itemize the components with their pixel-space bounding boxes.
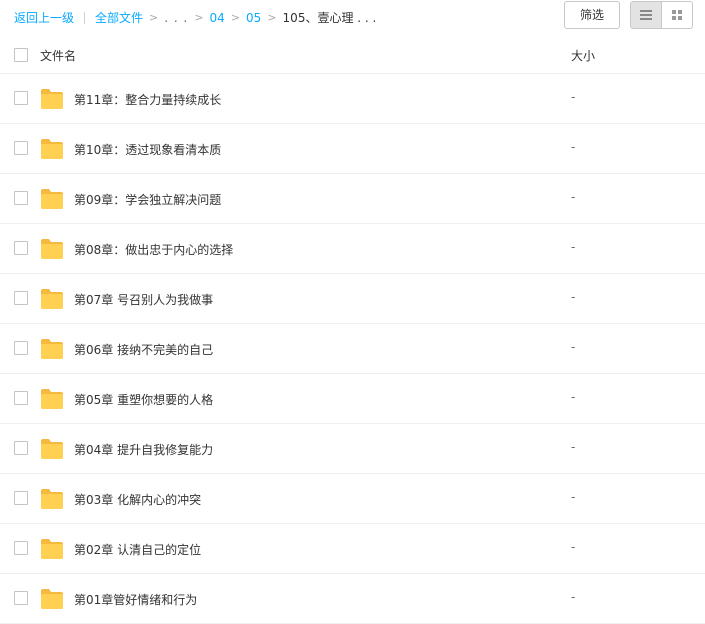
table-row[interactable]: 第03章 化解内心的冲突 -: [0, 474, 705, 524]
chevron-right-icon: >: [267, 11, 277, 24]
row-checkbox[interactable]: [14, 191, 28, 205]
folder-icon: [41, 139, 63, 159]
file-size: -: [571, 590, 576, 604]
folder-icon: [41, 539, 63, 559]
toolbar: 返回上一级 全部文件 > . . . > 04 > 05 > 105、壹心理 .…: [0, 0, 705, 37]
folder-icon: [41, 239, 63, 259]
grid-view-icon: [672, 10, 683, 20]
file-name[interactable]: 第03章 化解内心的冲突: [74, 491, 201, 508]
all-files-link[interactable]: 全部文件: [95, 9, 143, 26]
breadcrumb-current: 105、壹心理 . . .: [282, 11, 377, 25]
file-size: -: [571, 490, 576, 504]
file-size: -: [571, 190, 576, 204]
file-list: 第11章：整合力量持续成长 - 第10章：透过现象看清本质 - 第09章：学会独立解决问…: [0, 74, 705, 624]
folder-icon: [41, 589, 63, 609]
folder-icon: [41, 189, 63, 209]
file-name[interactable]: 第05章 重塑你想要的人格: [74, 391, 213, 408]
file-size: -: [571, 290, 576, 304]
column-header-name[interactable]: 文件名: [40, 47, 76, 64]
table-row[interactable]: 第01章管好情绪和行为 -: [0, 574, 705, 624]
folder-icon: [41, 389, 63, 409]
breadcrumb-divider: [84, 11, 86, 24]
file-name[interactable]: 第08章：做出忠于内心的选择: [74, 241, 233, 258]
column-header-size[interactable]: 大小: [571, 47, 595, 64]
file-size: -: [571, 440, 576, 454]
folder-icon: [41, 439, 63, 459]
table-row[interactable]: 第04章 提升自我修复能力 -: [0, 424, 705, 474]
table-row[interactable]: 第11章：整合力量持续成长 -: [0, 74, 705, 124]
folder-icon: [41, 289, 63, 309]
file-size: -: [571, 90, 576, 104]
table-row[interactable]: 第10章：透过现象看清本质 -: [0, 124, 705, 174]
breadcrumb-item-04[interactable]: 04: [210, 11, 225, 25]
file-size: -: [571, 140, 576, 154]
view-toggle: [630, 1, 693, 29]
table-row[interactable]: 第09章：学会独立解决问题 -: [0, 174, 705, 224]
table-row[interactable]: 第07章 号召别人为我做事 -: [0, 274, 705, 324]
file-name[interactable]: 第06章 接纳不完美的自己: [74, 341, 213, 358]
back-link[interactable]: 返回上一级: [14, 9, 74, 26]
table-row[interactable]: 第06章 接纳不完美的自己 -: [0, 324, 705, 374]
file-name[interactable]: 第11章：整合力量持续成长: [74, 91, 221, 108]
file-name[interactable]: 第07章 号召别人为我做事: [74, 291, 213, 308]
file-name[interactable]: 第02章 认清自己的定位: [74, 541, 201, 558]
breadcrumb: 返回上一级 全部文件 > . . . > 04 > 05 > 105、壹心理 .…: [14, 9, 376, 26]
row-checkbox[interactable]: [14, 391, 28, 405]
filter-button[interactable]: 筛选: [564, 1, 620, 29]
file-name[interactable]: 第10章：透过现象看清本质: [74, 141, 221, 158]
file-size: -: [571, 240, 576, 254]
chevron-right-icon: >: [230, 11, 241, 24]
row-checkbox[interactable]: [14, 441, 28, 455]
row-checkbox[interactable]: [14, 241, 28, 255]
select-all-checkbox[interactable]: [14, 48, 28, 62]
row-checkbox[interactable]: [14, 141, 28, 155]
file-size: -: [571, 540, 576, 554]
folder-icon: [41, 89, 63, 109]
table-row[interactable]: 第05章 重塑你想要的人格 -: [0, 374, 705, 424]
chevron-right-icon: >: [149, 11, 159, 24]
row-checkbox[interactable]: [14, 491, 28, 505]
list-view-icon: [640, 10, 653, 20]
row-checkbox[interactable]: [14, 541, 28, 555]
file-size: -: [571, 340, 576, 354]
folder-icon: [41, 489, 63, 509]
file-name[interactable]: 第04章 提升自我修复能力: [74, 441, 213, 458]
table-row[interactable]: 第08章：做出忠于内心的选择 -: [0, 224, 705, 274]
folder-icon: [41, 339, 63, 359]
breadcrumb-ellipsis[interactable]: . . .: [164, 11, 188, 25]
chevron-right-icon: >: [194, 11, 204, 24]
file-name[interactable]: 第09章：学会独立解决问题: [74, 191, 221, 208]
list-view-button[interactable]: [631, 2, 662, 28]
file-size: -: [571, 390, 576, 404]
row-checkbox[interactable]: [14, 91, 28, 105]
file-name[interactable]: 第01章管好情绪和行为: [74, 591, 197, 608]
grid-view-button[interactable]: [661, 2, 692, 28]
breadcrumb-item-05[interactable]: 05: [246, 11, 261, 25]
row-checkbox[interactable]: [14, 341, 28, 355]
row-checkbox[interactable]: [14, 591, 28, 605]
table-row[interactable]: 第02章 认清自己的定位 -: [0, 524, 705, 574]
row-checkbox[interactable]: [14, 291, 28, 305]
table-header: 文件名 大小: [0, 37, 705, 74]
